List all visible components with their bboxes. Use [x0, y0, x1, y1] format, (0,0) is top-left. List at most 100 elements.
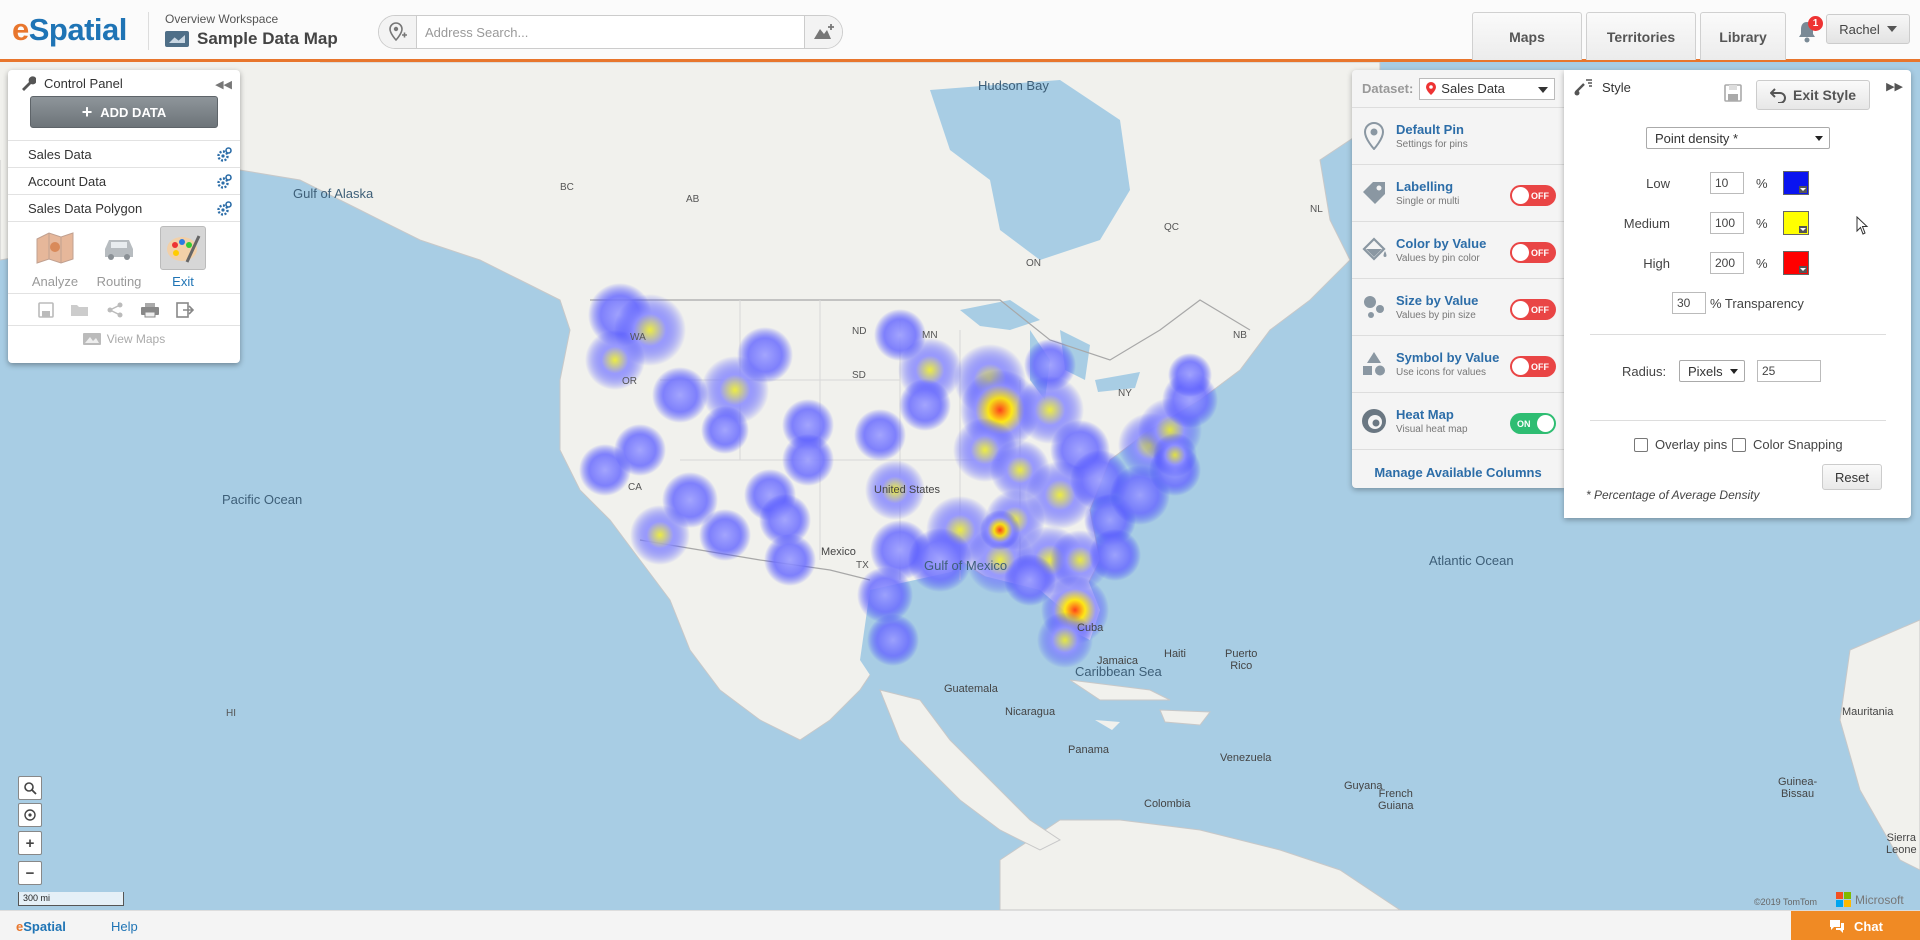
open-folder-icon[interactable] [70, 302, 90, 318]
toggle-state: ON [1517, 418, 1531, 429]
overlay-pins-checkbox[interactable]: Overlay pins [1634, 437, 1727, 452]
labelling-row[interactable]: Labelling Single or multi OFF [1352, 165, 1564, 222]
map-copyright: ©2019 TomTom [1754, 897, 1817, 907]
layer-item-sales-data[interactable]: Sales Data [8, 140, 240, 167]
size-by-value-toggle[interactable]: OFF [1510, 299, 1556, 320]
exit-style-label: Exit Style [1792, 87, 1857, 103]
radius-input[interactable]: 25 [1757, 360, 1821, 382]
overlay-pins-label: Overlay pins [1655, 437, 1728, 452]
gear-icon[interactable] [216, 174, 232, 193]
share-icon[interactable] [106, 302, 124, 318]
level-low-color-picker[interactable] [1783, 171, 1809, 195]
add-data-label: ADD DATA [100, 104, 167, 120]
row-subtitle: Visual heat map [1396, 424, 1468, 435]
add-location-icon[interactable] [804, 16, 842, 48]
chevron-down-icon [1815, 136, 1823, 141]
heat-map-row[interactable]: Heat Map Visual heat map ON [1352, 393, 1564, 450]
level-medium-input[interactable]: 100 [1710, 212, 1744, 234]
radius-label: Radius: [1622, 364, 1667, 379]
user-menu-button[interactable]: Rachel [1826, 14, 1910, 44]
label-ab: AB [686, 194, 700, 205]
row-subtitle: Values by pin color [1396, 253, 1480, 264]
gear-icon[interactable] [216, 201, 232, 220]
print-icon[interactable] [140, 302, 160, 318]
label-on: ON [1026, 258, 1041, 269]
label-french-guiana: French Guiana [1378, 788, 1414, 812]
chat-bubble-icon [1830, 920, 1845, 933]
espatial-logo[interactable]: eSpatial [12, 12, 127, 48]
logo-rest: Spatial [28, 12, 128, 47]
row-subtitle: Settings for pins [1396, 139, 1468, 150]
expand-panel-icon[interactable]: ▶▶ [1886, 80, 1903, 93]
transparency-input[interactable]: 30 [1672, 292, 1706, 314]
zoom-in-button[interactable]: + [18, 831, 42, 855]
footer-logo[interactable]: eSpatial [16, 919, 66, 934]
dataset-select[interactable]: Sales Data [1419, 77, 1556, 100]
layer-item-sales-data-polygon[interactable]: Sales Data Polygon [8, 194, 240, 221]
labelling-toggle[interactable]: OFF [1510, 185, 1556, 206]
undo-arrow-icon [1769, 88, 1786, 103]
density-mode-select[interactable]: Point density * [1646, 127, 1830, 149]
heat-map-toggle[interactable]: ON [1510, 413, 1556, 434]
view-maps-link[interactable]: View Maps [8, 325, 240, 351]
level-medium-color-picker[interactable] [1783, 211, 1809, 235]
label-hudson-bay: Hudson Bay [978, 78, 1049, 93]
color-by-value-row[interactable]: Color by Value Values by pin color OFF [1352, 222, 1564, 279]
collapse-panel-icon[interactable]: ◀◀ [215, 78, 232, 91]
symbol-by-value-row[interactable]: Symbol by Value Use icons for values OFF [1352, 336, 1564, 393]
exit-label: Exit [172, 274, 194, 289]
level-high-input[interactable]: 200 [1710, 252, 1744, 274]
exit-style-tool[interactable]: Exit [156, 226, 210, 293]
radius-unit-select[interactable]: Pixels [1679, 360, 1745, 382]
label-guyana: Guyana [1344, 780, 1383, 792]
level-medium-unit: % [1756, 216, 1768, 231]
nav-library-button[interactable]: Library [1700, 12, 1786, 60]
gear-icon[interactable] [216, 147, 232, 166]
layer-item-account-data[interactable]: Account Data [8, 167, 240, 194]
nav-maps-button[interactable]: Maps [1472, 12, 1582, 60]
row-title: Heat Map [1396, 407, 1454, 422]
toggle-knob [1512, 358, 1529, 375]
color-snapping-checkbox[interactable]: Color Snapping [1732, 437, 1843, 452]
color-by-value-toggle[interactable]: OFF [1510, 242, 1556, 263]
label-hi: HI [226, 708, 236, 719]
label-atlantic-ocean: Atlantic Ocean [1429, 553, 1514, 568]
save-style-icon[interactable] [1724, 84, 1742, 102]
brush-icon [1574, 79, 1592, 96]
workspace-title[interactable]: Sample Data Map [165, 29, 338, 49]
exit-style-button[interactable]: Exit Style [1756, 80, 1870, 110]
help-link[interactable]: Help [111, 919, 138, 934]
search-input[interactable] [417, 16, 804, 48]
toggle-knob [1537, 415, 1554, 432]
manage-columns-link[interactable]: Manage Available Columns [1352, 450, 1564, 494]
locate-me-icon[interactable] [18, 803, 42, 827]
address-search [378, 15, 843, 49]
chat-button[interactable]: Chat [1791, 911, 1920, 940]
layer-list: Sales Data Account Data Sales Data Polyg… [8, 140, 240, 221]
zoom-box-icon[interactable] [18, 776, 42, 800]
reset-button[interactable]: Reset [1822, 464, 1882, 490]
zoom-out-button[interactable]: − [18, 861, 42, 885]
map-scale-bar: 300 mi [18, 892, 124, 906]
default-pin-row[interactable]: Default Pin Settings for pins [1352, 108, 1564, 165]
row-subtitle: Values by pin size [1396, 310, 1476, 321]
save-icon[interactable] [38, 301, 54, 318]
chat-label: Chat [1854, 918, 1883, 934]
size-by-value-row[interactable]: Size by Value Values by pin size OFF [1352, 279, 1564, 336]
analyze-map-icon [32, 226, 78, 270]
export-icon[interactable] [176, 301, 194, 318]
nav-territories-button[interactable]: Territories [1586, 12, 1696, 60]
routing-tool[interactable]: Routing [92, 226, 146, 293]
label-nb: NB [1233, 330, 1247, 341]
transparency-label: % Transparency [1710, 296, 1804, 311]
location-pin-icon[interactable] [379, 16, 417, 48]
level-high-color-picker[interactable] [1783, 251, 1809, 275]
add-data-button[interactable]: + ADD DATA [30, 96, 218, 128]
label-puerto-rico: Puerto Rico [1225, 648, 1258, 672]
level-low-input[interactable]: 10 [1710, 172, 1744, 194]
analyze-tool[interactable]: Analyze [28, 226, 82, 293]
toggle-knob [1512, 187, 1529, 204]
control-panel: Control Panel ◀◀ + ADD DATA Sales Data A… [8, 70, 240, 363]
toggle-state: OFF [1531, 190, 1549, 201]
symbol-by-value-toggle[interactable]: OFF [1510, 356, 1556, 377]
